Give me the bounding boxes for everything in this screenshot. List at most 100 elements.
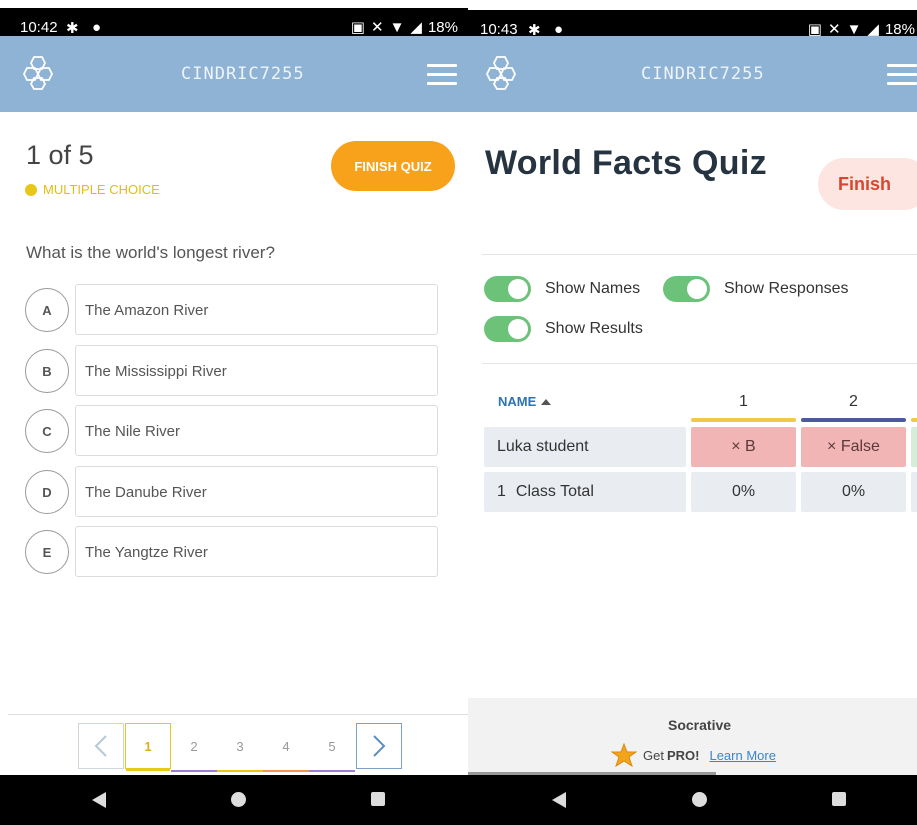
home-icon[interactable] xyxy=(231,792,246,807)
question-3-color-bar xyxy=(911,418,917,422)
previous-page-button[interactable] xyxy=(78,723,124,769)
hamburger-menu-icon[interactable] xyxy=(427,64,457,86)
choice-letter[interactable]: C xyxy=(25,409,69,453)
question-type-label: MULTIPLE CHOICE xyxy=(43,182,160,197)
class-total-label: Class Total xyxy=(515,483,594,500)
choice-letter[interactable]: D xyxy=(25,470,69,514)
question-1-header[interactable]: 1 xyxy=(691,393,796,411)
answer-choice-c[interactable]: C The Nile River xyxy=(25,405,438,457)
choice-text[interactable]: The Mississippi River xyxy=(75,345,438,396)
question-2-header[interactable]: 2 xyxy=(801,393,906,411)
answer-choice-d[interactable]: D The Danube River xyxy=(25,466,438,518)
wifi-icon: ▼ xyxy=(389,19,405,36)
get-label: Get xyxy=(643,747,664,763)
toggle-knob xyxy=(508,279,528,299)
question-2-color-bar xyxy=(801,418,906,422)
back-icon[interactable] xyxy=(92,792,106,808)
question-counter: 1 of 5 xyxy=(26,140,94,170)
page-2[interactable]: 2 xyxy=(171,723,217,772)
show-names-toggle[interactable] xyxy=(484,276,531,302)
class-total-count: 1 xyxy=(497,483,506,500)
answer-cell-q1[interactable]: × B xyxy=(691,427,796,467)
page-number: 5 xyxy=(328,738,336,754)
show-responses-label: Show Responses xyxy=(724,280,849,297)
hamburger-menu-icon[interactable] xyxy=(887,64,917,86)
total-cell-q3 xyxy=(911,472,917,512)
page-5[interactable]: 5 xyxy=(309,723,355,772)
page-4[interactable]: 4 xyxy=(263,723,309,772)
next-page-button[interactable] xyxy=(356,723,402,769)
socrative-logo-icon[interactable] xyxy=(22,54,56,90)
question-type: MULTIPLE CHOICE xyxy=(25,182,160,197)
answer-choice-e[interactable]: E The Yangtze River xyxy=(25,526,438,578)
toggle-knob xyxy=(687,279,707,299)
show-results-toggle[interactable] xyxy=(484,316,531,342)
page-number: 1 xyxy=(144,738,152,754)
page-indicator-bar xyxy=(126,769,170,771)
page-number: 2 xyxy=(190,738,198,754)
recents-icon[interactable] xyxy=(371,792,385,806)
sort-ascending-icon xyxy=(541,398,552,405)
recents-icon[interactable] xyxy=(832,792,846,806)
page-number: 3 xyxy=(236,738,244,754)
page-3[interactable]: 3 xyxy=(217,723,263,772)
finish-quiz-button[interactable]: FINISH QUIZ xyxy=(331,141,455,191)
room-name: CINDRIC7255 xyxy=(641,64,765,84)
status-icons: ▣ ✕ ▼ ◢ 18% xyxy=(345,18,458,36)
page-indicator-bar xyxy=(217,770,263,772)
total-cell-q2: 0% xyxy=(801,472,906,512)
slack-icon: ✱ xyxy=(66,20,79,37)
name-header-label: NAME xyxy=(498,394,537,409)
app-header: CINDRIC7255 xyxy=(0,36,468,112)
answer-cell-q2[interactable]: × False xyxy=(801,427,906,467)
toggle-knob xyxy=(508,319,528,339)
question-text: What is the world's longest river? xyxy=(26,243,275,262)
show-results-label: Show Results xyxy=(545,320,643,337)
socrative-logo-icon[interactable] xyxy=(485,54,519,90)
finish-button[interactable]: Finish xyxy=(818,158,917,210)
student-name-cell[interactable]: Luka student xyxy=(484,427,686,467)
signal-icon: ◢ xyxy=(410,19,422,36)
pager-divider xyxy=(8,714,468,715)
choice-text[interactable]: The Danube River xyxy=(75,466,438,517)
quiz-title: World Facts Quiz xyxy=(485,144,767,182)
footer: Socrative Get PRO! Learn More xyxy=(468,698,917,775)
home-icon[interactable] xyxy=(692,792,707,807)
page-1[interactable]: 1 xyxy=(125,723,171,771)
chevron-right-icon xyxy=(373,735,386,757)
learn-more-link[interactable]: Learn More xyxy=(709,748,775,763)
page-indicator-bar xyxy=(309,770,355,772)
divider xyxy=(482,363,917,364)
android-nav-bar xyxy=(468,775,917,825)
back-icon[interactable] xyxy=(552,792,566,808)
show-names-label: Show Names xyxy=(545,280,641,297)
status-time: 10:42 xyxy=(20,19,58,36)
star-icon xyxy=(611,743,637,767)
chevron-left-icon xyxy=(94,735,107,757)
choice-text[interactable]: The Yangtze River xyxy=(75,526,438,577)
show-responses-toggle[interactable] xyxy=(663,276,710,302)
student-screen: 10:42 ✱ ● ▣ ✕ ▼ ◢ 18% CINDRIC7255 1 of 5 FIN… xyxy=(0,0,468,825)
get-pro-promo: Get PRO! Learn More xyxy=(611,743,776,767)
room-name: CINDRIC7255 xyxy=(181,64,305,84)
name-column-header[interactable]: NAME xyxy=(498,394,552,409)
teacher-screen: 10:43 ✱ ● ▣ ✕ ▼ ◢ 18% CINDRIC7255 World Fact… xyxy=(468,0,917,825)
question-1-color-bar xyxy=(691,418,796,422)
answer-cell-q3[interactable] xyxy=(911,427,917,467)
answer-choice-b[interactable]: B The Mississippi River xyxy=(25,345,438,397)
nfc-icon: ▣ xyxy=(350,19,365,36)
page-number: 4 xyxy=(282,738,290,754)
pro-label: PRO! xyxy=(666,747,700,763)
page-indicator-bar xyxy=(171,770,217,772)
choice-text[interactable]: The Amazon River xyxy=(75,284,438,335)
page-indicator-bar xyxy=(263,770,309,772)
choice-letter[interactable]: B xyxy=(25,349,69,393)
location-icon: ● xyxy=(92,19,102,36)
choice-letter[interactable]: E xyxy=(25,530,69,574)
battery-level: 18% xyxy=(427,19,458,36)
mute-icon: ✕ xyxy=(370,19,384,36)
choice-text[interactable]: The Nile River xyxy=(75,405,438,456)
footer-brand: Socrative xyxy=(668,717,732,733)
answer-choice-a[interactable]: A The Amazon River xyxy=(25,284,438,336)
choice-letter[interactable]: A xyxy=(25,288,69,332)
